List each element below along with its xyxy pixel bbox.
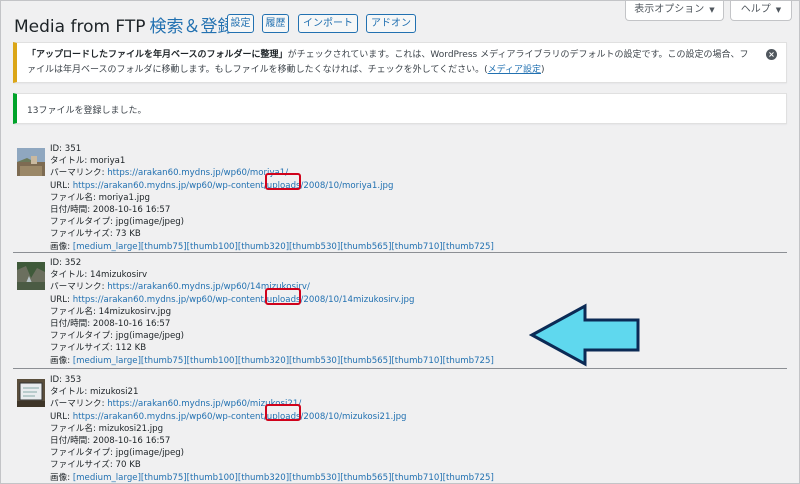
settings-button[interactable]: 設定 — [227, 14, 254, 33]
entry-datetime: 日付/時間: 2008-10-16 16:57 — [50, 318, 171, 329]
media-settings-link[interactable]: メディア設定 — [488, 65, 541, 75]
entry-title: moriya1 — [90, 156, 126, 167]
entry-filetype: ファイルタイプ: jpg(image/jpeg) — [50, 217, 185, 228]
entry-filesize: ファイルサイズ: 73 KB — [50, 229, 141, 240]
url-label: URL: — [50, 294, 73, 305]
entry-filename: ファイル名: moriya1.jpg — [50, 192, 150, 203]
entry-id: ID: 351 — [50, 144, 82, 154]
url-date-highlight — [265, 288, 301, 305]
entry-filetype: ファイルタイプ: jpg(image/jpeg) — [50, 448, 185, 459]
title-label: タイトル: — [50, 156, 91, 167]
entry-divider — [13, 252, 787, 253]
import-button[interactable]: インポート — [298, 14, 358, 33]
entry-filename: ファイル名: 14mizukosirv.jpg — [50, 306, 172, 317]
thumbnail-image[interactable] — [17, 379, 45, 407]
url-file: mizukosi21.jpg — [342, 411, 407, 422]
title-label: タイトル: — [50, 387, 91, 398]
addon-button[interactable]: アドオン — [366, 14, 416, 33]
thumbnail-image[interactable] — [17, 262, 45, 290]
help-tab[interactable]: ヘルプ ▼ — [730, 1, 792, 21]
entry-title: 14mizukosirv — [90, 270, 148, 281]
title-label: タイトル: — [50, 270, 91, 281]
permalink-link[interactable]: https://arakan60.mydns.jp/wp60/moriya1/ — [107, 168, 288, 178]
settings-warning-notice: 「アップロードしたファイルを年月ベースのフォルダーに整理」がチェックされています… — [13, 42, 787, 83]
thumbnail-image[interactable] — [17, 148, 45, 176]
file-url-link[interactable]: https://arakan60.mydns.jp/wp60/wp-conten… — [73, 295, 415, 305]
chevron-down-icon: ▼ — [709, 6, 715, 14]
page-title: Media from FTP 検索＆登録 — [14, 12, 235, 37]
permalink-label: パーマリンク: — [50, 282, 108, 293]
entry-filename: ファイル名: mizukosi21.jpg — [50, 423, 164, 434]
help-label: ヘルプ — [740, 4, 771, 15]
image-sizes-links[interactable]: [medium_large][thumb75][thumb100][thumb3… — [73, 356, 494, 366]
image-sizes-links[interactable]: [medium_large][thumb75][thumb100][thumb3… — [73, 473, 494, 483]
left-arrow-icon — [529, 303, 640, 367]
media-entry: ID: 353 タイトル: mizukosi21 パーマリンク: https:/… — [13, 371, 787, 483]
entry-title: mizukosi21 — [90, 387, 139, 398]
url-date: /2008/10/ — [300, 411, 343, 422]
url-date-highlight — [265, 404, 301, 421]
entry-filesize: ファイルサイズ: 112 KB — [50, 343, 147, 354]
file-url-link[interactable]: https://arakan60.mydns.jp/wp60/wp-conten… — [73, 181, 394, 191]
screen-options-tab[interactable]: 表示オプション ▼ — [625, 1, 724, 21]
file-url-link[interactable]: https://arakan60.mydns.jp/wp60/wp-conten… — [73, 412, 407, 422]
chevron-down-icon: ▼ — [775, 6, 782, 14]
url-label: URL: — [50, 411, 73, 422]
url-file: moriya1.jpg — [342, 180, 394, 191]
entry-filetype: ファイルタイプ: jpg(image/jpeg) — [50, 331, 185, 342]
permalink-label: パーマリンク: — [50, 168, 108, 179]
notice-bold-text: 「アップロードしたファイルを年月ベースのフォルダーに整理」 — [27, 50, 288, 60]
images-label: 画像: — [50, 241, 73, 252]
page-title-subtitle: 検索＆登録 — [149, 17, 235, 37]
permalink-label: パーマリンク: — [50, 399, 108, 410]
notice-end-text: ) — [541, 65, 545, 75]
entry-datetime: 日付/時間: 2008-10-16 16:57 — [50, 435, 171, 446]
url-date: /2008/10/ — [300, 294, 343, 305]
entry-datetime: 日付/時間: 2008-10-16 16:57 — [50, 204, 171, 215]
images-label: 画像: — [50, 355, 73, 366]
url-date-highlight — [265, 173, 301, 190]
screen-options-label: 表示オプション — [634, 4, 705, 15]
media-entry: ID: 352 タイトル: 14mizukosirv パーマリンク: https… — [13, 254, 787, 366]
media-entry: ID: 351 タイトル: moriya1 パーマリンク: https://ar… — [13, 140, 787, 252]
page-title-main: Media from FTP — [14, 17, 146, 37]
images-label: 画像: — [50, 472, 73, 483]
url-label: URL: — [50, 180, 73, 191]
history-button[interactable]: 履歴 — [262, 14, 289, 33]
entry-id: ID: 352 — [50, 258, 82, 268]
close-circle-icon[interactable]: × — [766, 49, 777, 60]
entry-id: ID: 353 — [50, 375, 82, 385]
entry-divider — [13, 368, 787, 369]
url-date: /2008/10/ — [300, 180, 343, 191]
success-text: 13ファイルを登録しました。 — [27, 106, 147, 116]
page-header: Media from FTP 検索＆登録 設定 履歴 インポート アドオン 表示オ… — [1, 1, 799, 41]
entry-filesize: ファイルサイズ: 70 KB — [50, 460, 141, 471]
url-file: 14mizukosirv.jpg — [342, 294, 415, 305]
image-sizes-links[interactable]: [medium_large][thumb75][thumb100][thumb3… — [73, 242, 494, 252]
success-notice: 13ファイルを登録しました。 — [13, 93, 787, 124]
